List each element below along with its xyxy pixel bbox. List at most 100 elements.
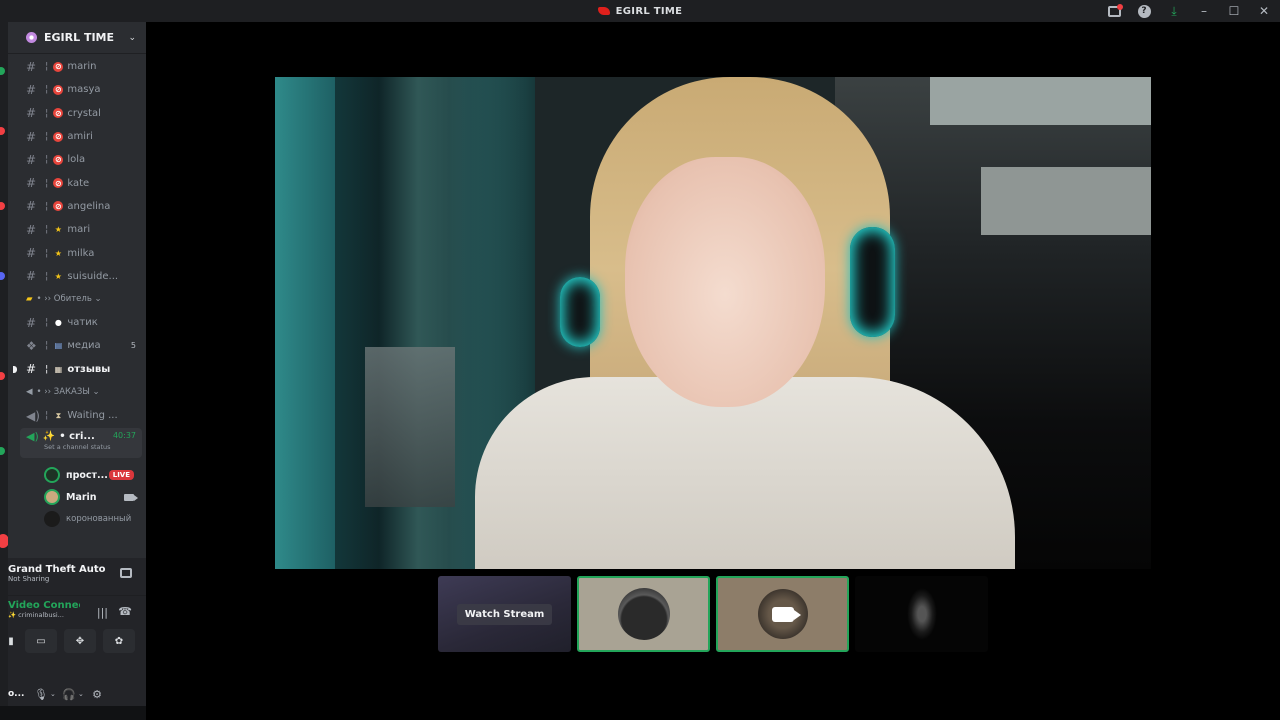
voice-connection-status[interactable]: Video Connected ✨ criminalbusi... ||| ☎ — [8, 596, 146, 626]
channel-label: mari — [67, 224, 91, 236]
avatar — [44, 489, 60, 506]
avatar — [44, 511, 60, 528]
speaker-icon: ◀) — [26, 430, 39, 444]
memo-icon: ▦ — [54, 364, 63, 374]
star-icon: ★ — [54, 271, 62, 281]
channel-label: crystal — [67, 107, 101, 119]
voice-channel-name: criminalbusi... — [18, 611, 64, 619]
no-entry-icon: ⊘ — [53, 154, 64, 165]
server-header[interactable]: EGIRL TIME ⌄ — [8, 22, 146, 54]
channel-item[interactable]: # ¦ ⊘ amiri — [8, 125, 146, 148]
channel-item[interactable]: # ¦ ⊘ lola — [8, 148, 146, 171]
server-indicator[interactable] — [0, 202, 5, 210]
voice-user-name: Marin — [66, 491, 97, 503]
headset-right — [850, 227, 895, 337]
hash-icon: # — [26, 82, 37, 97]
hash-icon: # — [26, 176, 37, 191]
voice-channel-item[interactable]: ◀) ¦ ⧗ Waiting ... — [8, 404, 146, 427]
soundboard-button[interactable]: ✿ — [103, 629, 135, 653]
screen-share-button[interactable]: ▭ — [25, 629, 57, 653]
headphones-icon[interactable]: 🎧 — [60, 685, 78, 703]
channel-item-active[interactable]: # ¦ ▦ отзывы — [8, 358, 146, 381]
video-stage: Watch Stream — [146, 22, 1280, 720]
app-logo-icon — [597, 7, 610, 15]
channel-label: отзывы — [67, 363, 111, 375]
server-rail[interactable] — [0, 22, 9, 720]
voice-channel-label: • cri... — [59, 431, 95, 443]
stream-tile[interactable]: Watch Stream — [438, 576, 571, 652]
hash-icon: # — [26, 152, 37, 167]
channel-item[interactable]: # ¦ ★ suisuide... — [8, 265, 146, 288]
camera-toggle-icon[interactable]: ▮ — [4, 629, 18, 653]
channel-item[interactable]: # ¦ ★ milka — [8, 241, 146, 264]
server-name: EGIRL TIME — [44, 31, 115, 44]
noise-suppression-icon[interactable]: ||| — [97, 606, 108, 619]
speaker-icon: ◀) — [26, 408, 40, 423]
window-title: EGIRL TIME — [597, 5, 683, 17]
channel-label: suisuide... — [67, 270, 119, 282]
server-indicator[interactable] — [0, 447, 5, 455]
voice-user[interactable]: прост... LIVE — [8, 464, 146, 486]
channel-item[interactable]: # ¦ ⊘ crystal — [8, 102, 146, 125]
channel-item[interactable]: # ¦ ● чатик — [8, 311, 146, 334]
channel-item[interactable]: # ¦ ⊘ kate — [8, 171, 146, 194]
voice-user[interactable]: коронованный — [8, 508, 146, 530]
hourglass-icon: ⧗ — [55, 410, 62, 420]
username[interactable]: o... — [8, 689, 32, 699]
star-icon: ★ — [54, 225, 62, 235]
channel-item[interactable]: # ¦ ⊘ angelina — [8, 195, 146, 218]
channel-label: lola — [67, 154, 86, 166]
server-icon — [26, 32, 37, 43]
face — [625, 157, 825, 407]
download-icon[interactable]: ⤓ — [1162, 0, 1186, 22]
sparkles-icon: ✨ — [42, 431, 56, 443]
voice-timer: 40:37 — [112, 431, 136, 441]
share-screen-icon[interactable] — [120, 568, 132, 578]
participant-tile[interactable] — [577, 576, 710, 652]
no-entry-icon: ⊘ — [53, 108, 64, 119]
channel-item[interactable]: # ¦ ⊘ marin — [8, 55, 146, 78]
chevron-down-icon[interactable]: ⌄ — [50, 690, 60, 698]
unread-count: 5 — [130, 341, 136, 351]
channel-item[interactable]: # ¦ ⊘ masya — [8, 78, 146, 101]
voice-actions: ▮ ▭ ✥ ✿ — [4, 626, 146, 656]
watch-stream-button[interactable]: Watch Stream — [456, 603, 553, 625]
chevron-down-icon[interactable]: ⌄ — [78, 690, 88, 698]
server-indicator[interactable] — [0, 67, 5, 75]
avatar — [617, 588, 670, 640]
channel-status-prompt[interactable]: Set a channel status — [26, 443, 142, 451]
category-header[interactable]: ▰ • ›› Обитель ⌄ — [8, 288, 146, 311]
activities-button[interactable]: ✥ — [64, 629, 96, 653]
activity-status[interactable]: Grand Theft Auto V... Not Sharing — [8, 558, 146, 596]
channel-item[interactable]: # ¦ ★ mari — [8, 218, 146, 241]
maximize-icon[interactable]: ☐ — [1222, 0, 1246, 22]
focused-video-tile[interactable] — [275, 77, 1151, 569]
server-indicator[interactable] — [0, 372, 5, 380]
camera-icon — [771, 606, 801, 622]
no-entry-icon: ⊘ — [53, 131, 64, 142]
headset-left — [560, 277, 600, 347]
server-indicator[interactable] — [0, 272, 5, 280]
channel-item[interactable]: ❖ ¦ ▤ медиа 5 — [8, 334, 146, 357]
no-entry-icon: ⊘ — [53, 61, 64, 72]
participant-strip: Watch Stream — [438, 576, 988, 652]
minimize-icon[interactable]: – — [1192, 0, 1216, 22]
category-header[interactable]: ◀ • ›› ЗАКАЗЫ ⌄ — [8, 381, 146, 404]
participant-tile[interactable] — [855, 576, 988, 652]
server-indicator[interactable] — [0, 127, 5, 135]
picture-icon: ▤ — [54, 341, 63, 351]
help-icon[interactable]: ? — [1132, 0, 1156, 22]
microphone-icon[interactable]: 🎙 — [32, 685, 50, 703]
gear-icon[interactable]: ⚙ — [88, 685, 106, 703]
window-title-text: EGIRL TIME — [615, 5, 683, 17]
close-icon[interactable]: ✕ — [1252, 0, 1276, 22]
active-voice-channel[interactable]: ◀) ✨ • cri... 40:37 Set a channel status — [20, 428, 142, 459]
no-entry-icon: ⊘ — [53, 178, 64, 189]
inbox-icon[interactable] — [1102, 0, 1126, 22]
voice-user[interactable]: Marin — [8, 486, 146, 508]
channel-label: marin — [67, 61, 97, 73]
channel-label: медиа — [67, 340, 101, 352]
chevron-down-icon[interactable]: ⌄ — [128, 33, 136, 43]
participant-tile[interactable] — [716, 576, 849, 652]
disconnect-icon[interactable]: ☎ — [118, 605, 132, 618]
